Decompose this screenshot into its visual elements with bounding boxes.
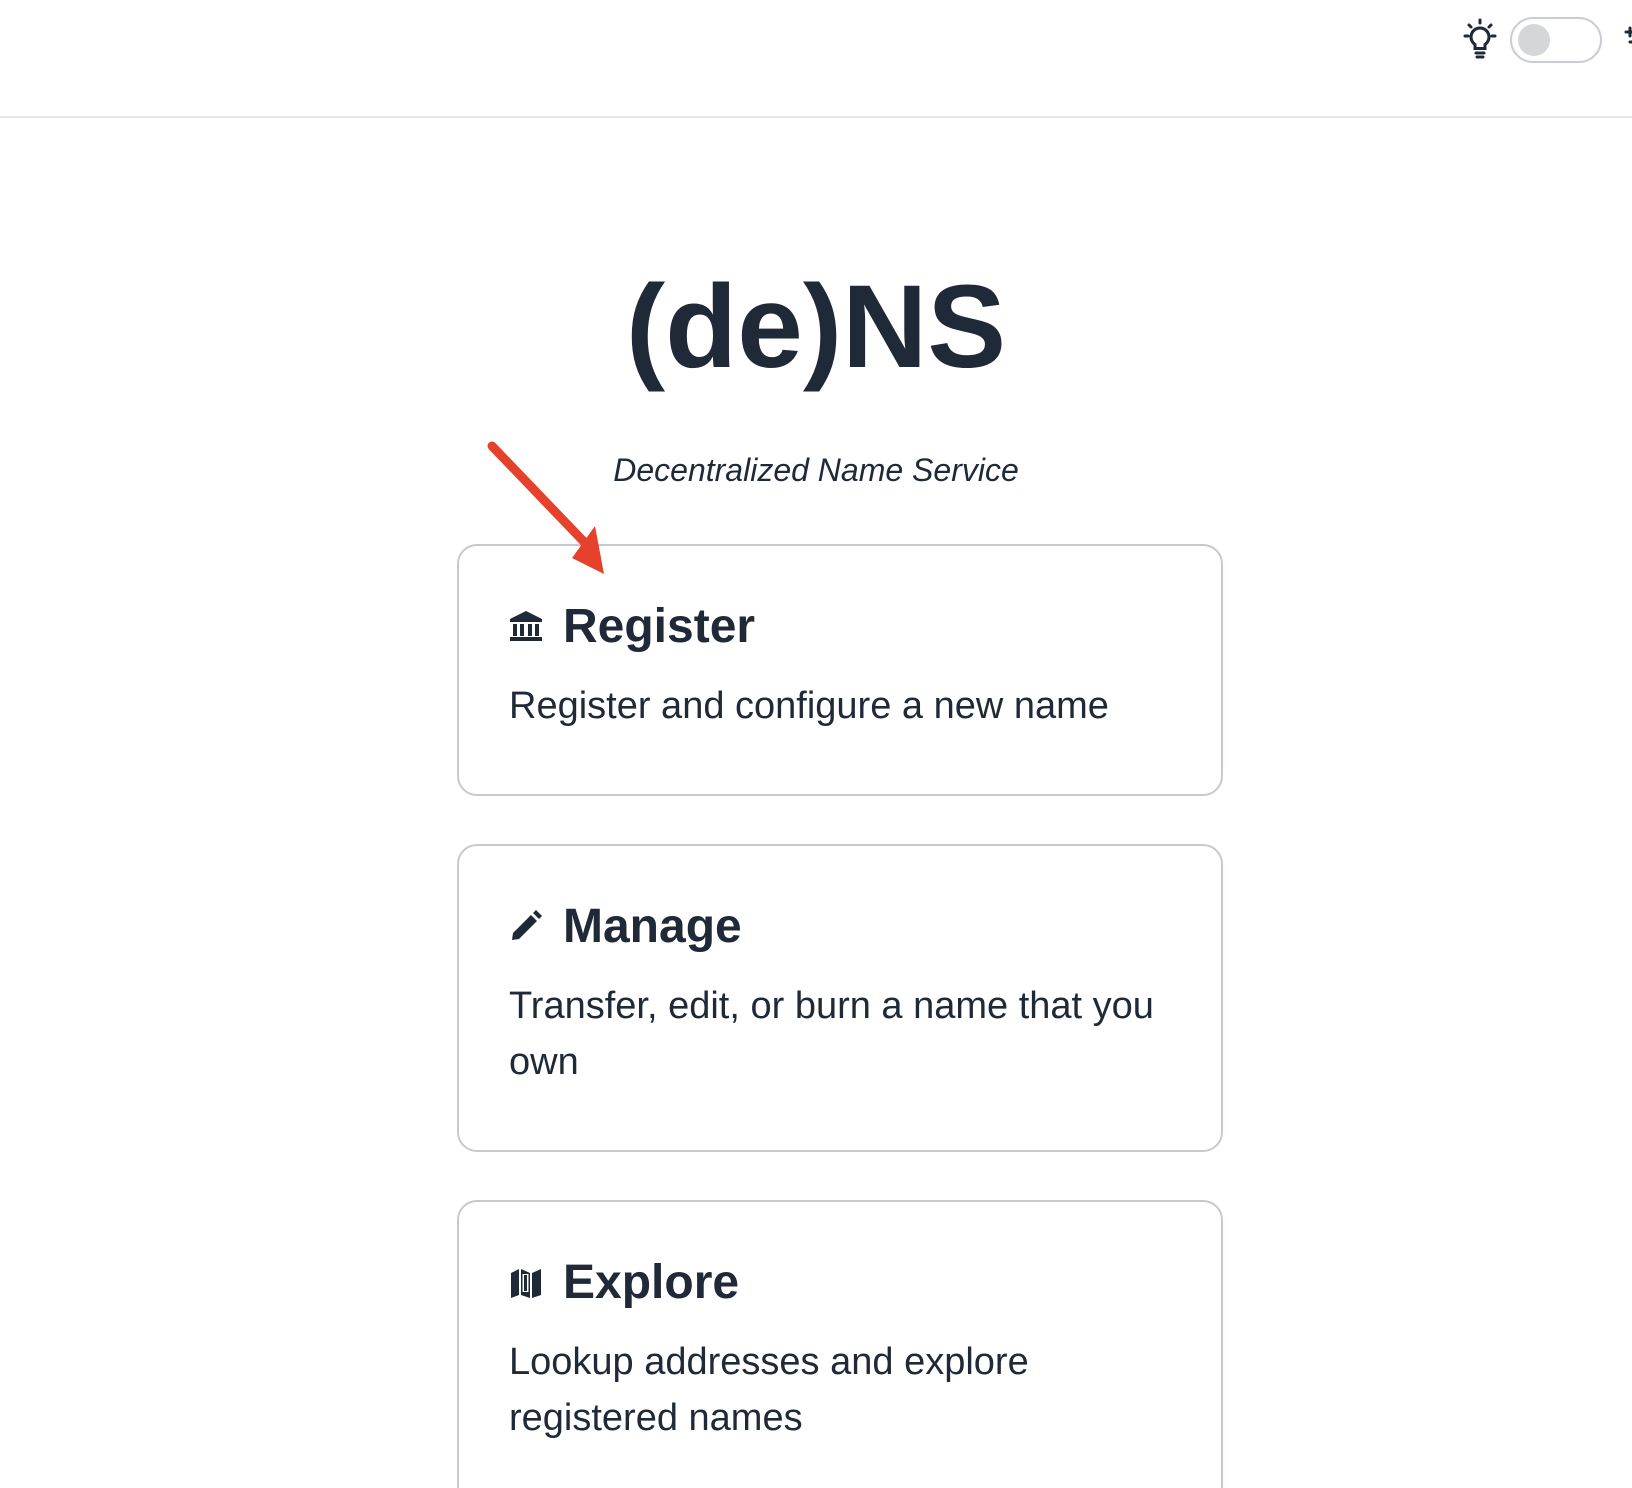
card-title: Register (563, 599, 756, 653)
app-subtitle: Decentralized Name Service (613, 452, 1019, 488)
bank-icon (510, 611, 542, 641)
theme-toggle[interactable] (1510, 17, 1602, 63)
annotation-arrow (487, 441, 604, 574)
map-icon (511, 1269, 541, 1298)
card-title: Manage (563, 899, 742, 953)
card-title: Explore (563, 1255, 740, 1309)
app-logo-title: (de)NS (625, 261, 1007, 393)
card-header: Register (509, 596, 1171, 656)
card-header: Explore (509, 1252, 1171, 1312)
top-bar (0, 0, 1632, 118)
toggle-knob (1518, 24, 1550, 56)
card-header: Manage (509, 896, 1171, 956)
sparkle-icon (1624, 26, 1632, 44)
card-description: Lookup addresses and explore registered … (509, 1341, 1029, 1439)
card-description: Register and configure a new name (509, 685, 1109, 727)
explore-card[interactable]: Explore Lookup addresses and explore reg… (457, 1200, 1223, 1488)
theme-switcher (1456, 14, 1602, 66)
card-description: Transfer, edit, or burn a name that you … (509, 985, 1154, 1083)
lightbulb-icon (1463, 18, 1497, 59)
pencil-icon (512, 910, 542, 940)
manage-card[interactable]: Manage Transfer, edit, or burn a name th… (457, 844, 1223, 1152)
page: (de)NS Decentralized Name Service Regist… (0, 0, 1632, 1488)
register-card[interactable]: Register Register and configure a new na… (457, 544, 1223, 796)
